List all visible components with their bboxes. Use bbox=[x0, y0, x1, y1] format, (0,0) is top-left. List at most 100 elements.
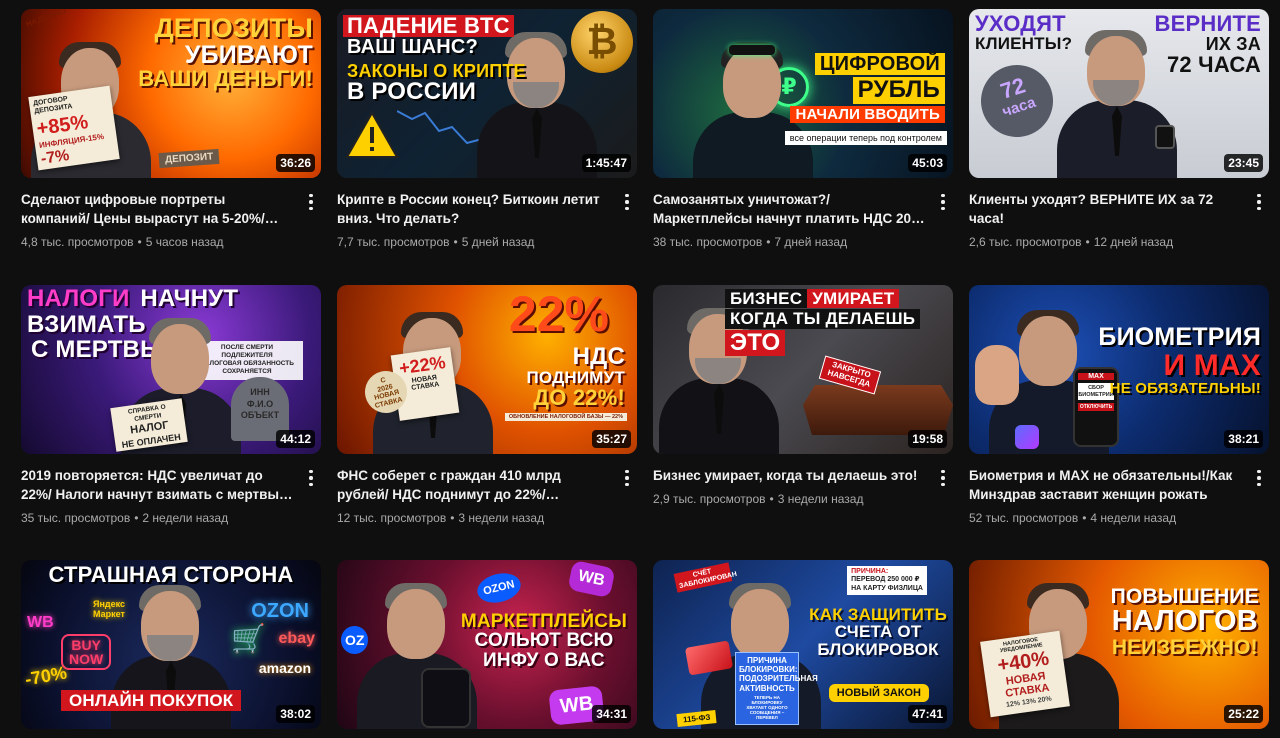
sunglasses-icon bbox=[729, 45, 775, 55]
tax-notice: НАЛОГОВОЕ УВЕДОМЛЕНИЕ +40% НОВАЯ СТАВКА … bbox=[980, 630, 1070, 718]
video-thumbnail[interactable]: MAX СБОР БИОМЕТРИИ ОТКЛЮЧИТЬ БИОМЕТРИЯ И … bbox=[969, 285, 1269, 454]
video-meta: Крипте в России конец? Биткоин летит вни… bbox=[337, 190, 637, 250]
upload-age: 12 дней назад bbox=[1093, 235, 1174, 249]
video-card[interactable]: ₽ ₽ ЦИФРОВОЙ РУБЛЬ НАЧАЛИ ВВОДИТЬ все оп… bbox=[653, 9, 953, 250]
view-count: 2,9 тыс. просмотров bbox=[653, 492, 766, 506]
shopping-cart-icon: 🛒 bbox=[231, 623, 266, 654]
video-card[interactable]: БИЗНЕС УМИРАЕТ КОГДА ТЫ ДЕЛАЕШЬ ЭТО ЗАКРЫ… bbox=[653, 285, 953, 507]
video-title[interactable]: 2019 повторяется: НДС увеличат до 22%/ Н… bbox=[21, 466, 295, 504]
view-count: 35 тыс. просмотров bbox=[21, 511, 131, 525]
video-title[interactable]: Клиенты уходят? ВЕРНИТЕ ИХ за 72 часа! bbox=[969, 190, 1243, 228]
thumbnail-bottom-label: ОНЛАЙН ПОКУПОК bbox=[61, 690, 242, 712]
video-card[interactable]: УХОДЯТ КЛИЕНТЫ? ВЕРНИТЕ ИХ ЗА 72 ЧАСА 72… bbox=[969, 9, 1269, 250]
video-title[interactable]: Биометрия и MAX не обязательны!/Как Минз… bbox=[969, 466, 1243, 504]
new-law-badge: НОВЫЙ ЗАКОН bbox=[828, 684, 929, 702]
separator-dot: • bbox=[450, 511, 455, 525]
video-duration: 45:03 bbox=[908, 154, 947, 172]
video-card[interactable]: НАДЕЖНО ДЕПОЗИТЫ УБИВАЮТ ВАШИ ДЕНЬГИ! ДО… bbox=[21, 9, 321, 250]
upload-age: 5 часов назад bbox=[145, 235, 224, 249]
video-stats: 2,6 тыс. просмотров • 12 дней назад bbox=[969, 234, 1243, 250]
wb-neon: WB bbox=[27, 614, 54, 631]
video-thumbnail[interactable]: УХОДЯТ КЛИЕНТЫ? ВЕРНИТЕ ИХ ЗА 72 ЧАСА 72… bbox=[969, 9, 1269, 178]
separator-dot: • bbox=[137, 235, 142, 249]
video-thumbnail[interactable]: 22% +22% НОВАЯ СТАВКА С 2026 НОВАЯ СТАВКА Н… bbox=[337, 285, 637, 454]
video-card[interactable]: 22% +22% НОВАЯ СТАВКА С 2026 НОВАЯ СТАВКА Н… bbox=[337, 285, 637, 526]
video-title[interactable]: Сделают цифровые портреты компаний/ Цены… bbox=[21, 190, 295, 228]
video-title[interactable]: ФНС соберет с граждан 410 млрд рублей/ Н… bbox=[337, 466, 611, 504]
view-count: 4,8 тыс. просмотров bbox=[21, 235, 134, 249]
separator-dot: • bbox=[134, 511, 139, 525]
video-thumbnail[interactable]: НАЛОГОВОЕ УВЕДОМЛЕНИЕ +40% НОВАЯ СТАВКА … bbox=[969, 560, 1269, 729]
video-duration: 35:27 bbox=[592, 430, 631, 448]
video-stats: 7,7 тыс. просмотров • 5 дней назад bbox=[337, 234, 611, 250]
smartwatch-icon bbox=[1155, 125, 1175, 149]
video-thumbnail[interactable]: ₽ ₽ ЦИФРОВОЙ РУБЛЬ НАЧАЛИ ВВОДИТЬ все оп… bbox=[653, 9, 953, 178]
video-meta: Бизнес умирает, когда ты делаешь это! 2,… bbox=[653, 466, 953, 507]
video-grid: НАДЕЖНО ДЕПОЗИТЫ УБИВАЮТ ВАШИ ДЕНЬГИ! ДО… bbox=[0, 0, 1280, 738]
video-duration: 47:41 bbox=[908, 705, 947, 723]
thumbnail-headline: МАРКЕТПЛЕЙСЫ СОЛЬЮТ ВСЮ ИНФУ О ВАС bbox=[460, 611, 627, 671]
video-meta: ФНС соберет с граждан 410 млрд рублей/ Н… bbox=[337, 466, 637, 526]
more-options-icon[interactable] bbox=[1251, 192, 1267, 212]
thumbnail-headline: КАК ЗАЩИТИТЬ СЧЕТА ОТ БЛОКИРОВОК bbox=[809, 605, 947, 659]
view-count: 2,6 тыс. просмотров bbox=[969, 235, 1082, 249]
more-options-icon[interactable] bbox=[619, 192, 635, 212]
more-options-icon[interactable] bbox=[935, 192, 951, 212]
video-thumbnail[interactable]: НАЛОГИ НАЧНУТ ВЗИМАТЬ С МЕРТВЫХ? ПОСЛЕ С… bbox=[21, 285, 321, 454]
view-count: 52 тыс. просмотров bbox=[969, 511, 1079, 525]
video-stats: 12 тыс. просмотров • 3 недели назад bbox=[337, 510, 611, 526]
separator-dot: • bbox=[1085, 235, 1090, 249]
video-title[interactable]: Самозанятых уничтожат?/Маркетплейсы начн… bbox=[653, 190, 927, 228]
video-duration: 38:21 bbox=[1224, 430, 1263, 448]
ebay-neon: ebay bbox=[278, 630, 315, 647]
video-thumbnail[interactable]: ₿ ПАДЕНИЕ BTC ВАШ ШАНС? ЗАКОНЫ О КРИПТЕ … bbox=[337, 9, 637, 178]
video-card[interactable]: ₿ ПАДЕНИЕ BTC ВАШ ШАНС? ЗАКОНЫ О КРИПТЕ … bbox=[337, 9, 637, 250]
more-options-icon[interactable] bbox=[935, 468, 951, 488]
phone-mockup bbox=[421, 668, 471, 728]
more-options-icon[interactable] bbox=[1251, 468, 1267, 488]
video-duration: 19:58 bbox=[908, 430, 947, 448]
video-thumbnail[interactable]: БИЗНЕС УМИРАЕТ КОГДА ТЫ ДЕЛАЕШЬ ЭТО ЗАКРЫ… bbox=[653, 285, 953, 454]
separator-dot: • bbox=[766, 235, 771, 249]
video-duration: 25:22 bbox=[1224, 705, 1263, 723]
video-duration: 23:45 bbox=[1224, 154, 1263, 172]
video-card[interactable]: СТРАШНАЯ СТОРОНА WB Яндекс Маркет OZON e… bbox=[21, 560, 321, 729]
reason-note: ПРИЧИНА: ПЕРЕВОД 250 000 ₽ НА КАРТУ ФИЗЛИЦ… bbox=[847, 566, 927, 596]
video-card[interactable]: OZON WB OZ WB МАРКЕТПЛЕЙСЫ СОЛЬЮТ ВСЮ ИН… bbox=[337, 560, 637, 729]
video-duration: 1:45:47 bbox=[581, 154, 631, 172]
video-thumbnail[interactable]: НАДЕЖНО ДЕПОЗИТЫ УБИВАЮТ ВАШИ ДЕНЬГИ! ДО… bbox=[21, 9, 321, 178]
video-card[interactable]: НАЛОГОВОЕ УВЕДОМЛЕНИЕ +40% НОВАЯ СТАВКА … bbox=[969, 560, 1269, 729]
more-options-icon[interactable] bbox=[619, 468, 635, 488]
view-count: 38 тыс. просмотров bbox=[653, 235, 763, 249]
thumbnail-headline: БИОМЕТРИЯ И MAX НЕ ОБЯЗАТЕЛЬНЫ! bbox=[1098, 323, 1261, 398]
video-duration: 36:26 bbox=[276, 154, 315, 172]
video-card[interactable]: СЧЁТ ЗАБЛОКИРОВАН ПРИЧИНА: ПЕРЕВОД 250 00… bbox=[653, 560, 953, 729]
thumbnail-headline-left: УХОДЯТ КЛИЕНТЫ? bbox=[975, 11, 1073, 54]
video-card[interactable]: MAX СБОР БИОМЕТРИИ ОТКЛЮЧИТЬ БИОМЕТРИЯ И … bbox=[969, 285, 1269, 526]
separator-dot: • bbox=[769, 492, 774, 506]
video-stats: 2,9 тыс. просмотров • 3 недели назад bbox=[653, 491, 927, 507]
video-meta: Сделают цифровые портреты компаний/ Цены… bbox=[21, 190, 321, 250]
video-title[interactable]: Бизнес умирает, когда ты делаешь это! bbox=[653, 466, 927, 485]
more-options-icon[interactable] bbox=[303, 468, 319, 488]
upload-age: 7 дней назад bbox=[774, 235, 848, 249]
separator-dot: • bbox=[453, 235, 458, 249]
warning-icon bbox=[345, 111, 399, 158]
video-duration: 44:12 bbox=[276, 430, 315, 448]
view-count: 7,7 тыс. просмотров bbox=[337, 235, 450, 249]
video-card[interactable]: НАЛОГИ НАЧНУТ ВЗИМАТЬ С МЕРТВЫХ? ПОСЛЕ С… bbox=[21, 285, 321, 526]
video-thumbnail[interactable]: OZON WB OZ WB МАРКЕТПЛЕЙСЫ СОЛЬЮТ ВСЮ ИН… bbox=[337, 560, 637, 729]
upload-age: 3 недели назад bbox=[777, 492, 864, 506]
thumbnail-headline: ЦИФРОВОЙ РУБЛЬ НАЧАЛИ ВВОДИТЬ bbox=[790, 53, 945, 124]
upload-age: 2 недели назад bbox=[142, 511, 229, 525]
deposit-contract: ДОГОВОР ДЕПОЗИТА +85% ИНФЛЯЦИЯ-15% -7% bbox=[28, 85, 120, 171]
big-percent: 22% bbox=[508, 286, 609, 342]
video-title[interactable]: Крипте в России конец? Биткоин летит вни… bbox=[337, 190, 611, 228]
more-options-icon[interactable] bbox=[303, 192, 319, 212]
amazon-neon: amazon bbox=[258, 660, 311, 676]
video-meta: Клиенты уходят? ВЕРНИТЕ ИХ за 72 часа! 2… bbox=[969, 190, 1269, 250]
video-thumbnail[interactable]: СЧЁТ ЗАБЛОКИРОВАН ПРИЧИНА: ПЕРЕВОД 250 00… bbox=[653, 560, 953, 729]
video-thumbnail[interactable]: СТРАШНАЯ СТОРОНА WB Яндекс Маркет OZON e… bbox=[21, 560, 321, 729]
max-app-icon bbox=[1015, 425, 1039, 449]
thumbnail-headline: БИЗНЕС УМИРАЕТ КОГДА ТЫ ДЕЛАЕШЬ ЭТО bbox=[725, 289, 921, 357]
